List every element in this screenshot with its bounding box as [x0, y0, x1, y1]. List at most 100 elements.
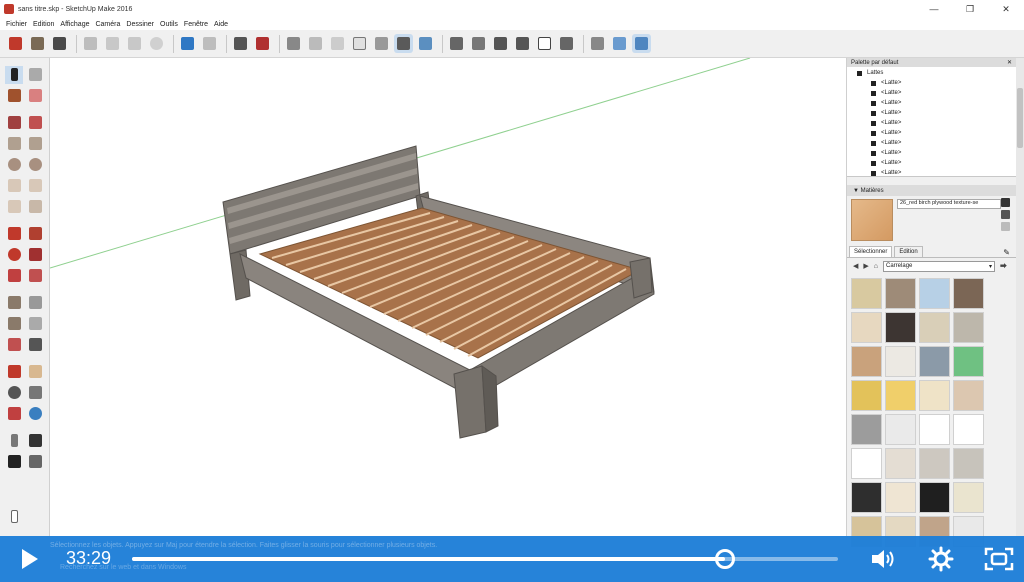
video-progress-track[interactable]	[132, 549, 838, 569]
maximize-button[interactable]: ❐	[952, 0, 988, 18]
material-swatch[interactable]	[885, 380, 916, 411]
material-swatch[interactable]	[851, 448, 882, 479]
section-plane-tool[interactable]	[26, 453, 44, 471]
material-swatch[interactable]	[953, 482, 984, 513]
wireframe-button[interactable]	[328, 34, 347, 53]
menu-camera[interactable]: Caméra	[95, 21, 120, 28]
material-swatch[interactable]	[851, 482, 882, 513]
push-pull-tool[interactable]	[26, 225, 44, 243]
outliner-item[interactable]: <Latte>	[857, 138, 1016, 148]
outliner-item[interactable]: <Latte>	[857, 128, 1016, 138]
offset-tool[interactable]	[26, 267, 44, 285]
paint-bucket-tool[interactable]	[5, 87, 23, 105]
undo-button[interactable]	[178, 34, 197, 53]
material-swatch[interactable]	[885, 312, 916, 343]
copy-button[interactable]	[103, 34, 122, 53]
material-swatch[interactable]	[851, 380, 882, 411]
zoom-tool[interactable]	[5, 384, 23, 402]
menu-aide[interactable]: Aide	[214, 21, 228, 28]
redo-button[interactable]	[200, 34, 219, 53]
details-arrow-icon[interactable]: ⮕	[1000, 261, 1007, 271]
walk-tool[interactable]	[5, 453, 23, 471]
tab-select[interactable]: Sélectionner	[849, 246, 893, 257]
previous-view-tool[interactable]	[26, 405, 44, 423]
material-swatch[interactable]	[885, 278, 916, 309]
menu-edition[interactable]: Edition	[33, 21, 54, 28]
materials-header[interactable]: ▼ Matières	[847, 185, 1016, 196]
model-info-button[interactable]	[253, 34, 272, 53]
move-tool[interactable]	[5, 225, 23, 243]
save-button[interactable]	[50, 34, 69, 53]
collection-dropdown[interactable]: Carrelage ▾	[883, 260, 996, 272]
volume-icon[interactable]	[870, 547, 898, 571]
eyedropper-icon[interactable]: ✎	[1003, 248, 1010, 257]
monochrome-button[interactable]	[416, 34, 435, 53]
material-swatch[interactable]	[953, 414, 984, 445]
axes-tool[interactable]	[5, 336, 23, 354]
front-view-button[interactable]	[491, 34, 510, 53]
material-swatch[interactable]	[919, 482, 950, 513]
zoom-extents-tool[interactable]	[5, 405, 23, 423]
home-icon[interactable]: ⌂	[874, 263, 878, 270]
material-swatch[interactable]	[953, 448, 984, 479]
new-file-button[interactable]	[6, 34, 25, 53]
erase-button[interactable]	[147, 34, 166, 53]
forward-arrow-icon[interactable]: ▶	[863, 262, 868, 270]
menu-outils[interactable]: Outils	[160, 21, 178, 28]
position-camera-tool[interactable]	[5, 432, 23, 450]
pie-tool[interactable]	[26, 198, 44, 216]
outliner-item[interactable]: <Latte>	[857, 78, 1016, 88]
make-component-tool[interactable]	[26, 66, 44, 84]
scrollbar-thumb[interactable]	[1017, 88, 1023, 148]
back-view-button[interactable]	[535, 34, 554, 53]
tray-close-icon[interactable]: ✕	[1007, 59, 1012, 66]
back-arrow-icon[interactable]: ◀	[853, 262, 858, 270]
menu-fenetre[interactable]: Fenêtre	[184, 21, 208, 28]
zoom-window-tool[interactable]	[26, 384, 44, 402]
left-view-button[interactable]	[557, 34, 576, 53]
material-swatch[interactable]	[953, 346, 984, 377]
material-swatch[interactable]	[885, 448, 916, 479]
section-cuts-button[interactable]	[632, 34, 651, 53]
eraser-tool[interactable]	[26, 87, 44, 105]
tray-scrollbar[interactable]	[1016, 58, 1024, 536]
rotated-rectangle-tool[interactable]	[26, 135, 44, 153]
pan-tool[interactable]	[26, 363, 44, 381]
select-tool[interactable]	[5, 65, 23, 84]
three-point-arc-tool[interactable]	[5, 198, 23, 216]
rectangle-tool[interactable]	[5, 135, 23, 153]
text-tool[interactable]	[26, 315, 44, 333]
outliner-item[interactable]: <Latte>	[857, 148, 1016, 158]
display-section-button[interactable]	[610, 34, 629, 53]
protractor-tool[interactable]	[5, 315, 23, 333]
material-swatch[interactable]	[919, 414, 950, 445]
material-swatch[interactable]	[919, 448, 950, 479]
outliner-item[interactable]: <Latte>	[857, 158, 1016, 168]
dimension-tool[interactable]	[26, 294, 44, 312]
modeling-viewport[interactable]	[50, 58, 846, 536]
3d-text-tool[interactable]	[26, 336, 44, 354]
material-swatch[interactable]	[885, 346, 916, 377]
material-swatch[interactable]	[919, 346, 950, 377]
outliner-item[interactable]: <Latte>	[857, 108, 1016, 118]
outliner-item[interactable]: <Latte>	[857, 118, 1016, 128]
material-swatch[interactable]	[919, 312, 950, 343]
back-edges-button[interactable]	[306, 34, 325, 53]
outliner-tree[interactable]: Lattes <Latte> <Latte> <Latte> <Latte> <…	[847, 67, 1016, 177]
cut-button[interactable]	[81, 34, 100, 53]
material-swatch[interactable]	[851, 312, 882, 343]
tab-edit[interactable]: Edition	[894, 246, 923, 257]
iso-view-button[interactable]	[447, 34, 466, 53]
menu-affichage[interactable]: Affichage	[60, 21, 89, 28]
material-swatch[interactable]	[851, 346, 882, 377]
material-swatch[interactable]	[919, 380, 950, 411]
section-plane-button[interactable]	[588, 34, 607, 53]
create-material-icon[interactable]	[1001, 210, 1010, 219]
arc-tool[interactable]	[5, 177, 23, 195]
material-swatch[interactable]	[953, 380, 984, 411]
video-scrubber-knob[interactable]	[715, 549, 736, 569]
outliner-item[interactable]: <Latte>	[857, 88, 1016, 98]
tape-measure-tool[interactable]	[5, 294, 23, 312]
line-tool[interactable]	[5, 114, 23, 132]
material-name-field[interactable]: 26_red birch plywood texture-se	[897, 199, 1001, 209]
